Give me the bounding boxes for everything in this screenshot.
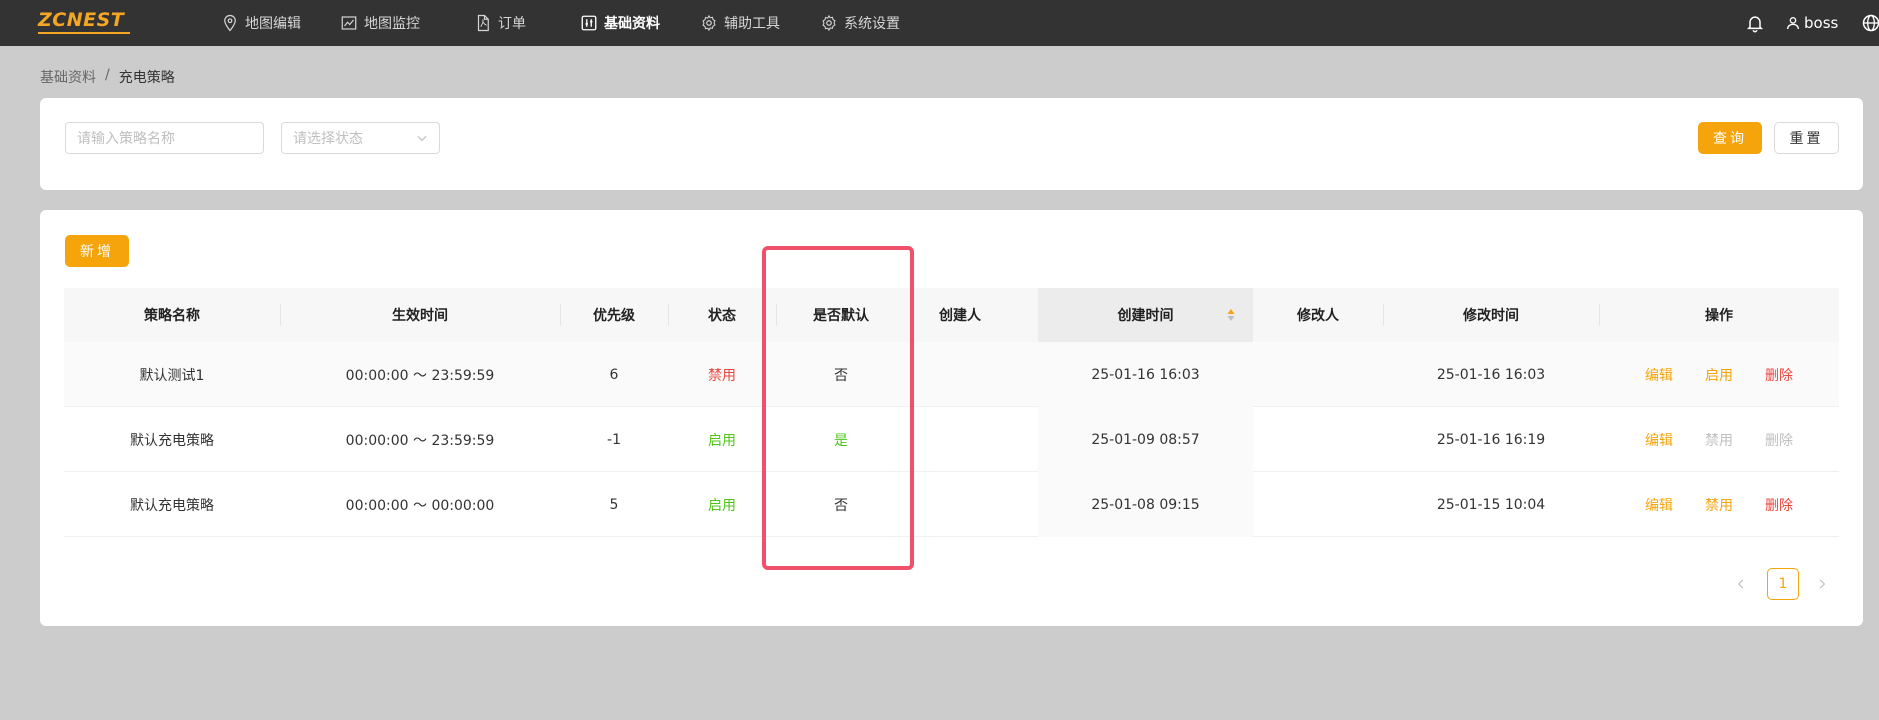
status-select[interactable]: 请选择状态 xyxy=(281,122,440,154)
nav-label: 系统设置 xyxy=(844,16,900,32)
cell-effective-time: 00:00:00 ～ 23:59:59 xyxy=(345,432,495,449)
cell-modifier xyxy=(1253,472,1383,537)
chevron-down-icon xyxy=(417,135,427,142)
cell-priority: 5 xyxy=(609,496,619,513)
bell-icon[interactable] xyxy=(1745,13,1765,33)
breadcrumb-separator: / xyxy=(105,67,110,83)
cell-name: 默认充电策略 xyxy=(130,497,214,514)
user-menu[interactable]: boss xyxy=(1785,0,1838,46)
logo-text: ZCNEST xyxy=(38,9,125,31)
nav-label: 辅助工具 xyxy=(724,16,780,32)
col-header-modified-time: 修改时间 xyxy=(1463,308,1519,324)
disable-link[interactable]: 禁用 xyxy=(1705,407,1733,472)
brand-logo[interactable]: ZCNEST xyxy=(38,10,130,34)
pagination-page[interactable]: 1 xyxy=(1767,568,1799,600)
table-header: 策略名称 生效时间 优先级 状态 是否默认 创建人 创建时间 修改人 修改时间 … xyxy=(64,288,1839,342)
chevron-left-icon[interactable] xyxy=(1734,577,1748,591)
delete-link[interactable]: 删除 xyxy=(1765,407,1793,472)
query-button[interactable]: 查询 xyxy=(1698,122,1762,154)
add-button[interactable]: 新增 xyxy=(65,235,129,267)
cell-creator xyxy=(906,472,1014,537)
nav-label: 基础资料 xyxy=(604,16,660,32)
col-header-creator: 创建人 xyxy=(939,308,981,324)
highlight-box xyxy=(762,246,914,570)
edit-link[interactable]: 编辑 xyxy=(1645,407,1673,472)
reset-button-label: 重置 xyxy=(1789,131,1824,147)
nav-orders[interactable]: 订单 xyxy=(474,0,526,46)
globe-icon[interactable] xyxy=(1861,13,1879,33)
cell-name: 默认测试1 xyxy=(139,367,205,384)
logo-underline xyxy=(38,32,130,34)
add-button-label: 新增 xyxy=(80,244,114,260)
strategy-name-input[interactable]: 请输入策略名称 xyxy=(65,122,264,154)
nav-system-settings[interactable]: 系统设置 xyxy=(820,0,900,46)
enable-link[interactable]: 启用 xyxy=(1705,342,1733,407)
cell-modified-time: 25-01-16 16:19 xyxy=(1436,431,1546,448)
chevron-right-icon[interactable] xyxy=(1815,577,1829,591)
nav-label: 订单 xyxy=(498,16,526,32)
col-header-label: 创建时间 xyxy=(1117,308,1174,324)
nav-map-edit[interactable]: 地图编辑 xyxy=(221,0,301,46)
nav-aux-tools[interactable]: 辅助工具 xyxy=(700,0,780,46)
table-panel: 新增 策略名称 生效时间 优先级 状态 是否默认 创建人 创建时间 修改人 修改… xyxy=(40,210,1863,626)
reset-button[interactable]: 重置 xyxy=(1774,122,1839,154)
col-header-modifier: 修改人 xyxy=(1297,308,1339,324)
breadcrumb: 基础资料 / 充电策略 xyxy=(40,67,175,87)
map-pin-icon xyxy=(224,14,236,32)
search-panel: 请输入策略名称 请选择状态 查询 重置 xyxy=(40,98,1863,190)
cell-effective-time: 00:00:00 ～ 00:00:00 xyxy=(345,497,495,514)
gear-icon xyxy=(822,14,836,32)
breadcrumb-current: 充电策略 xyxy=(118,70,175,86)
col-header-status: 状态 xyxy=(708,308,736,324)
query-button-label: 查询 xyxy=(1713,131,1747,147)
cell-modified-time: 25-01-15 10:04 xyxy=(1436,496,1546,513)
cell-name: 默认充电策略 xyxy=(130,432,214,449)
nav-label: 地图监控 xyxy=(364,16,420,32)
delete-link[interactable]: 删除 xyxy=(1765,342,1793,407)
cell-modifier xyxy=(1253,342,1383,407)
cell-effective-time: 00:00:00 ～ 23:59:59 xyxy=(345,367,495,384)
delete-link[interactable]: 删除 xyxy=(1765,472,1793,537)
table-row: 默认充电策略 00:00:00 ～ 23:59:59 -1 启用 是 25-01… xyxy=(64,407,1839,472)
cell-modifier xyxy=(1253,407,1383,472)
edit-link[interactable]: 编辑 xyxy=(1645,472,1673,537)
col-header-priority: 优先级 xyxy=(593,308,635,324)
select-placeholder: 请选择状态 xyxy=(293,131,363,147)
user-icon xyxy=(1787,17,1799,30)
cell-status: 启用 xyxy=(708,497,736,514)
sort-icon[interactable] xyxy=(1227,308,1235,322)
cell-priority: -1 xyxy=(607,431,621,448)
col-header-actions: 操作 xyxy=(1705,308,1733,324)
cell-creator xyxy=(906,342,1014,407)
cell-priority: 6 xyxy=(609,366,619,383)
input-placeholder: 请输入策略名称 xyxy=(77,131,175,147)
username: boss xyxy=(1804,14,1839,32)
nav-label: 地图编辑 xyxy=(245,16,301,32)
cell-created-time: 25-01-09 08:57 xyxy=(1038,407,1253,472)
gear-icon xyxy=(702,14,716,32)
cell-status: 禁用 xyxy=(708,367,736,384)
sliders-icon xyxy=(581,15,597,31)
cell-status: 启用 xyxy=(708,432,736,449)
line-chart-icon xyxy=(341,16,357,30)
cell-modified-time: 25-01-16 16:03 xyxy=(1436,366,1546,383)
nav-map-monitor[interactable]: 地图监控 xyxy=(340,0,420,46)
col-header-name: 策略名称 xyxy=(144,308,200,324)
table-row: 默认充电策略 00:00:00 ～ 00:00:00 5 启用 否 25-01-… xyxy=(64,472,1839,537)
cell-creator xyxy=(906,407,1014,472)
breadcrumb-parent[interactable]: 基础资料 xyxy=(40,67,96,87)
col-header-created-time[interactable]: 创建时间 xyxy=(1038,288,1253,342)
edit-link[interactable]: 编辑 xyxy=(1645,342,1673,407)
col-header-effective-time: 生效时间 xyxy=(392,308,448,324)
cell-created-time: 25-01-08 09:15 xyxy=(1038,472,1253,537)
nav-basic-data[interactable]: 基础资料 xyxy=(580,0,660,46)
top-navbar: ZCNEST 地图编辑 地图监控 订单 基础资料 辅助工具 系统设置 boss xyxy=(0,0,1879,46)
table-row: 默认测试1 00:00:00 ～ 23:59:59 6 禁用 否 25-01-1… xyxy=(64,342,1839,407)
file-pdf-icon xyxy=(477,14,489,32)
disable-link[interactable]: 禁用 xyxy=(1705,472,1733,537)
cell-created-time: 25-01-16 16:03 xyxy=(1038,342,1253,407)
